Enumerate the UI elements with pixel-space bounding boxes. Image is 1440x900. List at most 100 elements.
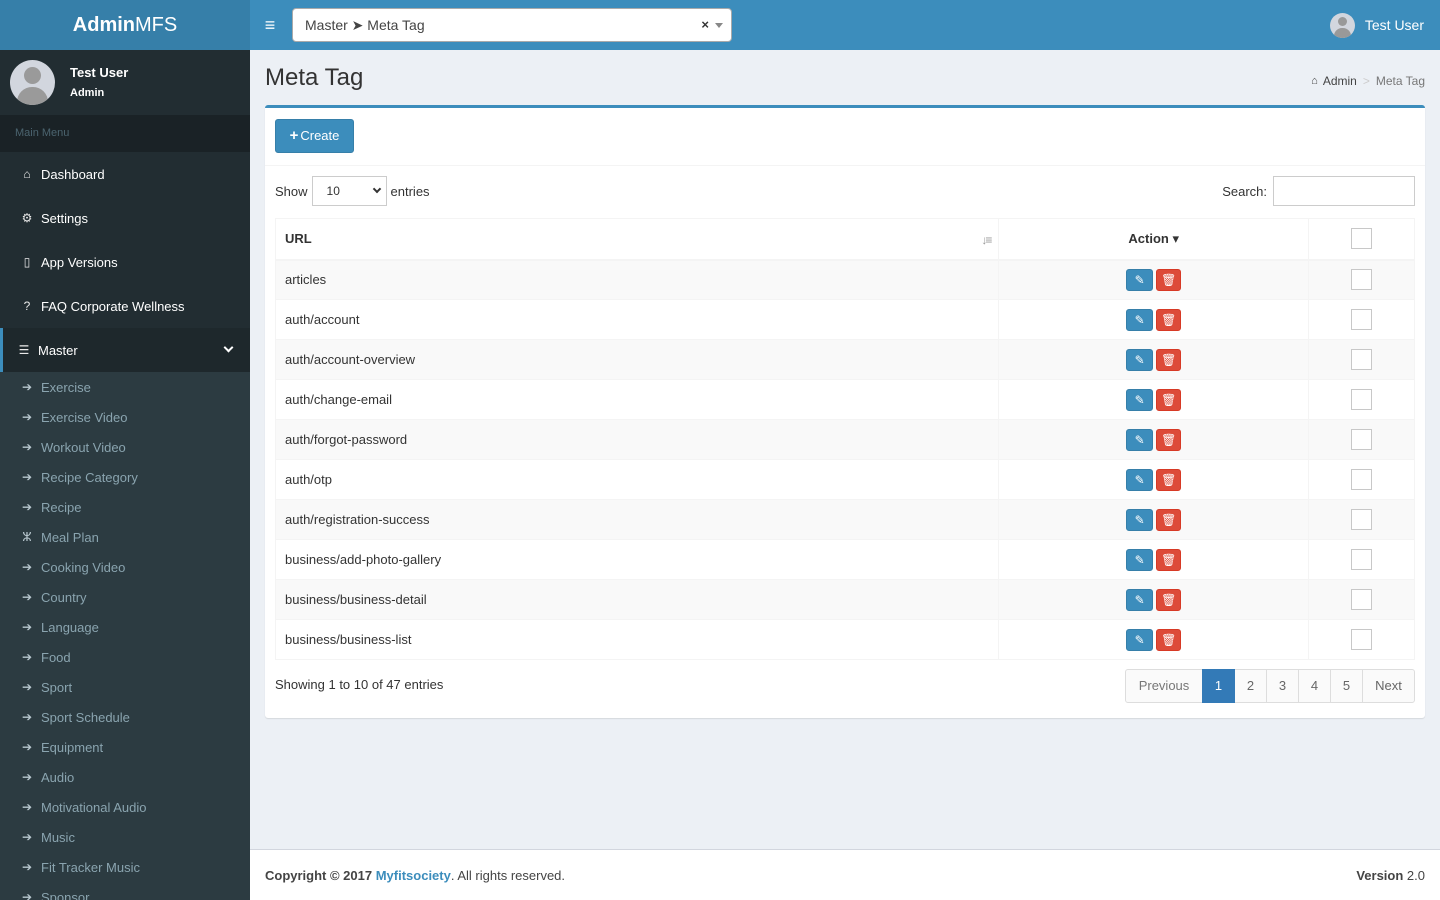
submenu-item-motivational-audio[interactable]: ➔ Motivational Audio xyxy=(0,792,250,822)
select-cell xyxy=(1308,339,1415,380)
delete-button[interactable]: 🗑 xyxy=(1156,468,1182,491)
edit-button[interactable]: ✎ xyxy=(1126,388,1154,411)
submenu-item-language[interactable]: ➔ Language xyxy=(0,612,250,642)
arrow-right-icon: ➔ xyxy=(21,740,33,754)
row-checkbox[interactable] xyxy=(1351,589,1373,610)
delete-button[interactable]: 🗑 xyxy=(1156,628,1182,651)
delete-button[interactable]: 🗑 xyxy=(1156,268,1182,291)
breadcrumb: ⌂ Admin > Meta Tag xyxy=(1311,74,1425,88)
edit-button[interactable]: ✎ xyxy=(1126,268,1154,291)
edit-button[interactable]: ✎ xyxy=(1126,348,1154,371)
row-checkbox[interactable] xyxy=(1351,349,1373,370)
table-row: auth/account ✎ 🗑 xyxy=(274,299,1415,340)
url-cell: business/business-detail xyxy=(274,579,1000,620)
submenu-item-exercise-video[interactable]: ➔ Exercise Video xyxy=(0,402,250,432)
submenu-item-food[interactable]: ➔ Food xyxy=(0,642,250,672)
search-input[interactable] xyxy=(1273,176,1415,206)
row-checkbox[interactable] xyxy=(1351,389,1373,410)
pagination-page-2[interactable]: 2 xyxy=(1234,669,1267,703)
pagination-page-5[interactable]: 5 xyxy=(1330,669,1363,703)
pagination-next[interactable]: Next xyxy=(1362,669,1415,703)
column-header-label: Action xyxy=(1128,230,1169,246)
logo-bold: Admin xyxy=(72,14,135,36)
home-icon: ⌂ xyxy=(1311,75,1318,87)
submenu-item-cooking-video[interactable]: ➔ Cooking Video xyxy=(0,552,250,582)
delete-button[interactable]: 🗑 xyxy=(1156,388,1182,411)
edit-button[interactable]: ✎ xyxy=(1126,548,1154,571)
submenu-item-recipe[interactable]: ➔ Recipe xyxy=(0,492,250,522)
row-checkbox[interactable] xyxy=(1351,629,1373,650)
submenu-item-sport[interactable]: ➔ Sport xyxy=(0,672,250,702)
create-button[interactable]: + Create xyxy=(275,119,354,153)
chevron-down-icon xyxy=(372,184,381,194)
column-header-action[interactable]: Action ▾ xyxy=(998,218,1310,261)
pagination-page-1[interactable]: 1 xyxy=(1202,669,1235,703)
edit-button[interactable]: ✎ xyxy=(1126,428,1154,451)
delete-button[interactable]: 🗑 xyxy=(1156,348,1182,371)
row-checkbox[interactable] xyxy=(1351,309,1373,330)
sidebar-toggle-icon[interactable]: ≡ xyxy=(262,14,278,36)
action-cell: ✎ 🗑 xyxy=(998,299,1310,340)
quick-nav-select[interactable]: Master ➤ Meta Tag × xyxy=(292,8,732,42)
edit-button[interactable]: ✎ xyxy=(1126,588,1154,611)
submenu-item-equipment[interactable]: ➔ Equipment xyxy=(0,732,250,762)
delete-button[interactable]: 🗑 xyxy=(1156,588,1182,611)
row-checkbox[interactable] xyxy=(1351,469,1373,490)
submenu-item-workout-video[interactable]: ➔ Workout Video xyxy=(0,432,250,462)
row-checkbox[interactable] xyxy=(1351,509,1373,530)
edit-button[interactable]: ✎ xyxy=(1126,508,1154,531)
delete-button[interactable]: 🗑 xyxy=(1156,308,1182,331)
breadcrumb-current: Meta Tag xyxy=(1375,74,1425,88)
logo-light: MFS xyxy=(135,14,178,36)
breadcrumb-home[interactable]: Admin xyxy=(1323,74,1357,88)
cutlery-icon: ⵣ xyxy=(22,530,32,544)
select-all-checkbox[interactable] xyxy=(1351,228,1373,250)
select-cell xyxy=(1308,539,1415,580)
row-checkbox[interactable] xyxy=(1351,429,1373,450)
submenu-item-label: Audio xyxy=(41,769,75,785)
pagination-previous[interactable]: Previous xyxy=(1125,669,1203,703)
user-menu[interactable]: Test User xyxy=(1329,0,1424,50)
app-logo[interactable]: AdminMFS xyxy=(0,0,250,50)
submenu-item-sport-schedule[interactable]: ➔ Sport Schedule xyxy=(0,702,250,732)
sidebar-item-faq-corporate-wellness[interactable]: ? FAQ Corporate Wellness xyxy=(0,284,250,328)
company-link[interactable]: Myfitsociety xyxy=(376,868,451,883)
sidebar-item-app-versions[interactable]: ▯ App Versions xyxy=(0,240,250,284)
top-navbar: ≡ Master ➤ Meta Tag × Test User xyxy=(250,0,1440,50)
caret-down-icon: ▾ xyxy=(1172,230,1179,246)
url-cell: auth/account-overview xyxy=(274,339,1000,380)
chevron-down-icon xyxy=(223,342,234,353)
submenu-item-country[interactable]: ➔ Country xyxy=(0,582,250,612)
dropdown-caret-icon[interactable] xyxy=(715,23,723,28)
delete-button[interactable]: 🗑 xyxy=(1156,508,1182,531)
column-header-url[interactable]: URL ↓≡ xyxy=(274,218,1000,261)
submenu-item-exercise[interactable]: ➔ Exercise xyxy=(0,372,250,402)
edit-button[interactable]: ✎ xyxy=(1126,308,1154,331)
arrow-right-icon: ➔ xyxy=(21,440,33,454)
url-cell: auth/forgot-password xyxy=(274,419,1000,460)
footer-copyright: Copyright © 2017 Myfitsociety. All right… xyxy=(265,868,565,883)
edit-button[interactable]: ✎ xyxy=(1126,468,1154,491)
submenu-item-music[interactable]: ➔ Music xyxy=(0,822,250,852)
submenu-item-audio[interactable]: ➔ Audio xyxy=(0,762,250,792)
clear-selection-icon[interactable]: × xyxy=(701,9,709,41)
delete-button[interactable]: 🗑 xyxy=(1156,548,1182,571)
submenu-item-fit-tracker-music[interactable]: ➔ Fit Tracker Music xyxy=(0,852,250,882)
submenu-item-sponsor[interactable]: ➔ Sponsor xyxy=(0,882,250,900)
database-icon: ☰ xyxy=(18,343,30,357)
delete-button[interactable]: 🗑 xyxy=(1156,428,1182,451)
submenu-item-recipe-category[interactable]: ➔ Recipe Category xyxy=(0,462,250,492)
submenu-item-meal-plan[interactable]: ⵣ Meal Plan xyxy=(0,522,250,552)
version-value: 2.0 xyxy=(1406,868,1425,883)
page-length-select[interactable]: 10 xyxy=(311,176,387,206)
sidebar-item-dashboard[interactable]: ⌂ Dashboard xyxy=(0,152,250,196)
pagination-page-4[interactable]: 4 xyxy=(1298,669,1331,703)
row-checkbox[interactable] xyxy=(1351,269,1373,291)
edit-button[interactable]: ✎ xyxy=(1126,628,1154,651)
row-checkbox[interactable] xyxy=(1351,549,1373,570)
user-panel-name: Test User xyxy=(70,65,129,80)
submenu-item-label: Motivational Audio xyxy=(41,799,147,815)
pagination-page-3[interactable]: 3 xyxy=(1266,669,1299,703)
sidebar-item-master[interactable]: ☰ Master xyxy=(0,328,250,372)
sidebar-item-settings[interactable]: ⚙ Settings xyxy=(0,196,250,240)
